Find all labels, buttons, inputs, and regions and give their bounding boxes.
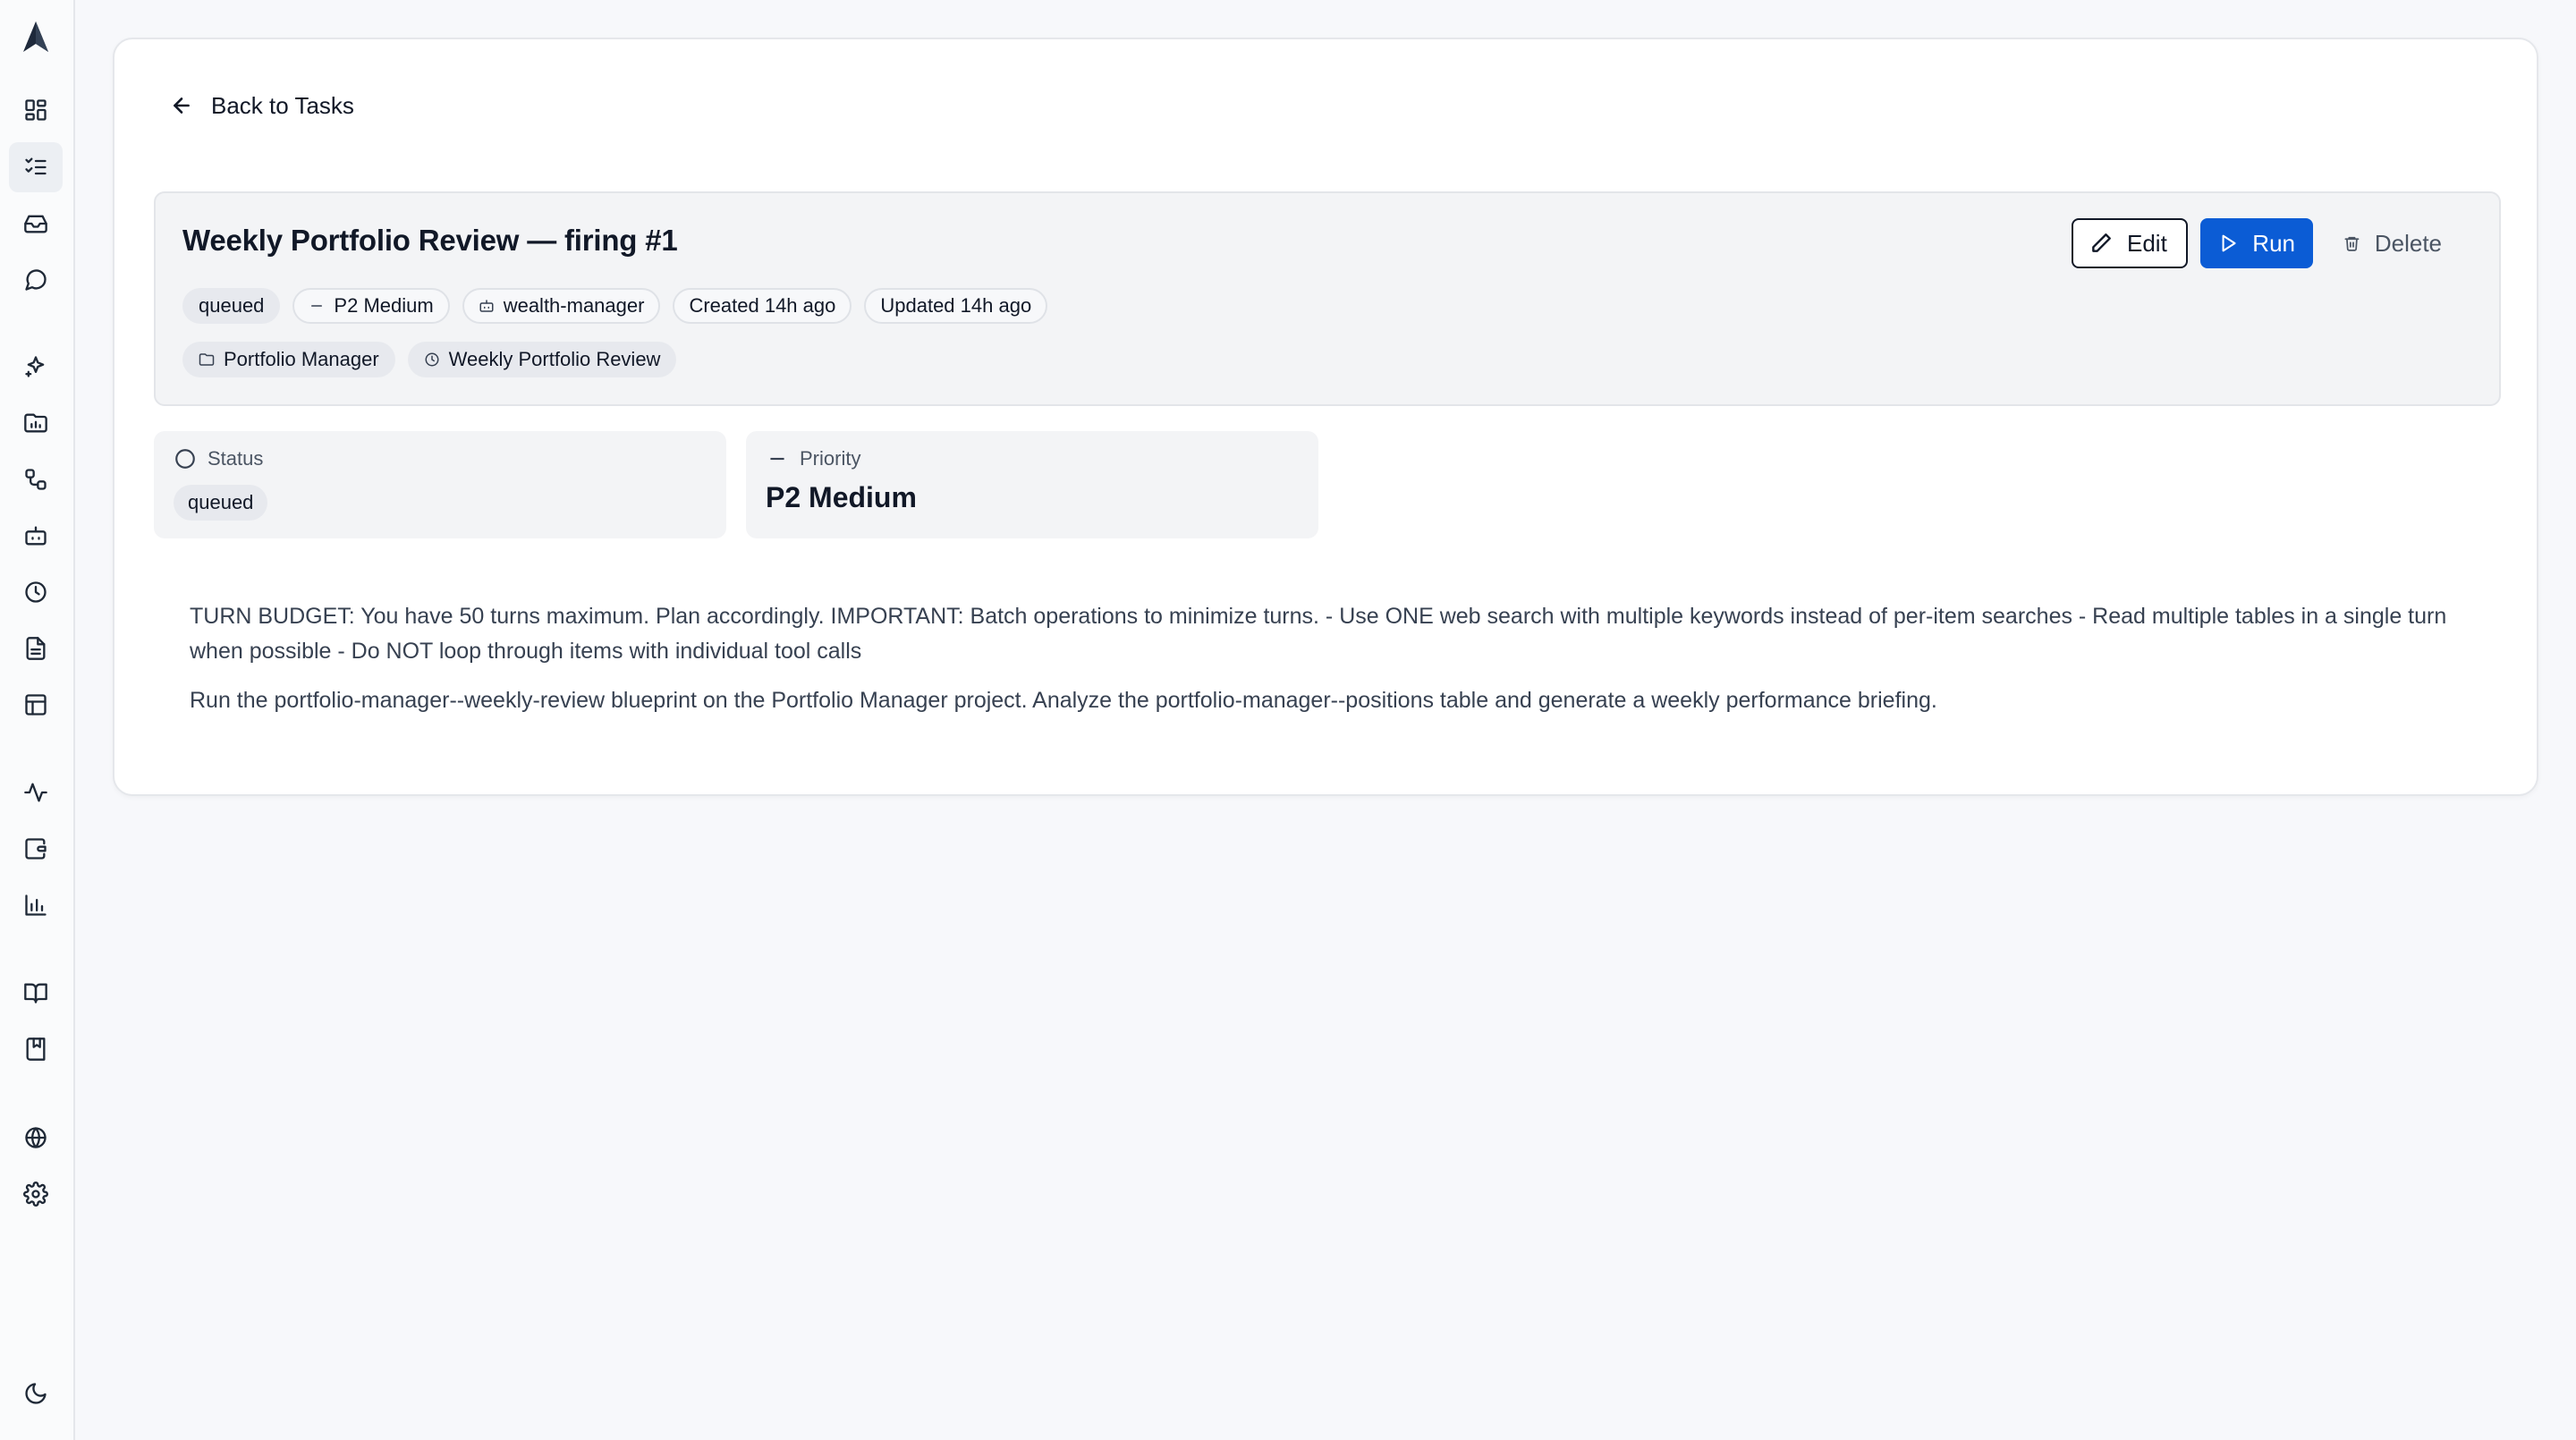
folder-icon: [199, 353, 215, 366]
table-icon: [25, 694, 47, 716]
play-icon: [2222, 234, 2236, 252]
description-paragraph: TURN BUDGET: You have 50 turns maximum. …: [190, 604, 2447, 664]
bar-chart-icon: [25, 894, 47, 916]
run-button[interactable]: Run: [2200, 218, 2313, 268]
task-description: TURN BUDGET: You have 50 turns maximum. …: [190, 599, 2479, 733]
delete-button[interactable]: Delete: [2326, 218, 2460, 268]
status-badge-label: queued: [199, 294, 265, 317]
priority-card-header: Priority: [766, 447, 860, 470]
arrow-left-icon: [174, 97, 190, 114]
sidebar-item-agents[interactable]: [9, 511, 63, 561]
status-card: Status queued: [154, 431, 726, 538]
schedule-link-label: Weekly Portfolio Review: [448, 348, 661, 370]
task-actions: Edit Run Delete: [2072, 218, 2460, 268]
schedule-link[interactable]: Weekly Portfolio Review: [407, 342, 677, 377]
sidebar: [0, 0, 75, 1440]
edit-button[interactable]: Edit: [2072, 218, 2188, 268]
trash-icon: [2344, 236, 2360, 251]
back-link-label: Back to Tasks: [211, 91, 354, 119]
bot-icon: [25, 526, 47, 546]
sidebar-item-wallet[interactable]: [9, 824, 63, 874]
sidebar-item-environments[interactable]: [9, 1113, 63, 1163]
status-card-value: queued: [174, 485, 268, 521]
clock-icon: [25, 581, 47, 603]
sidebar-item-inbox[interactable]: [9, 199, 63, 249]
globe-icon: [25, 1127, 47, 1148]
file-text-icon: [26, 637, 46, 660]
priority-card: Priority P2 Medium: [746, 431, 1318, 538]
wallet-icon: [25, 838, 47, 860]
sidebar-item-analytics[interactable]: [9, 880, 63, 930]
activity-icon: [24, 783, 47, 802]
delete-button-label: Delete: [2374, 229, 2442, 257]
description-paragraph: Run the portfolio-manager--weekly-review…: [190, 688, 1937, 713]
moon-icon: [25, 1383, 47, 1404]
task-detail-card: Back to Tasks Weekly Portfolio Review — …: [113, 38, 2538, 796]
status-badge: queued: [182, 288, 281, 324]
circle-icon: [175, 449, 195, 469]
sidebar-item-settings[interactable]: [9, 1169, 63, 1219]
priority-badge-label: P2 Medium: [334, 294, 434, 317]
settings-icon: [23, 1182, 48, 1207]
task-link-chips: Portfolio Manager Weekly Portfolio Revie…: [182, 342, 677, 377]
message-circle-icon: [25, 269, 47, 291]
app-logo-icon[interactable]: [20, 20, 52, 55]
back-to-tasks-link[interactable]: Back to Tasks: [170, 88, 354, 123]
agent-badge: wealth-manager: [462, 288, 661, 324]
updated-badge: Updated 14h ago: [864, 288, 1048, 324]
edit-button-label: Edit: [2127, 229, 2167, 257]
sidebar-item-ai[interactable]: [9, 342, 63, 392]
sidebar-item-library[interactable]: [9, 968, 63, 1018]
priority-card-value: P2 Medium: [766, 481, 917, 513]
agent-badge-label: wealth-manager: [503, 294, 645, 317]
inbox-icon: [24, 215, 47, 233]
sidebar-item-schedules[interactable]: [9, 567, 63, 617]
sidebar-item-workflows[interactable]: [9, 454, 63, 504]
sidebar-item-tasks[interactable]: [9, 142, 63, 192]
sidebar-item-chat[interactable]: [9, 255, 63, 305]
dashboard-icon: [25, 99, 47, 121]
sidebar-item-blueprints[interactable]: [9, 1024, 63, 1074]
minus-icon: [770, 457, 784, 461]
pencil-icon: [2092, 233, 2111, 252]
theme-toggle-button[interactable]: [9, 1368, 63, 1419]
workflow-icon: [25, 469, 47, 490]
clock-icon: [425, 352, 439, 367]
bot-icon: [479, 300, 494, 312]
book-open-icon: [24, 983, 47, 1004]
created-badge: Created 14h ago: [673, 288, 852, 324]
project-link-label: Portfolio Manager: [224, 348, 379, 370]
sidebar-item-activity[interactable]: [9, 767, 63, 817]
sidebar-item-projects[interactable]: [9, 398, 63, 448]
priority-badge: P2 Medium: [292, 288, 450, 324]
status-card-header: Status: [174, 447, 263, 470]
updated-badge-label: Updated 14h ago: [880, 294, 1032, 317]
page-title: Weekly Portfolio Review — firing #1: [182, 224, 678, 257]
task-meta-chips: queued P2 Medium wealth-manager Created …: [182, 288, 1048, 324]
folder-chart-icon: [24, 413, 47, 433]
minus-icon: [311, 305, 323, 307]
sidebar-item-documents[interactable]: [9, 623, 63, 673]
status-card-label: Status: [208, 447, 264, 470]
sidebar-item-dashboard[interactable]: [9, 85, 63, 135]
priority-card-label: Priority: [800, 447, 861, 470]
book-marked-icon: [26, 1038, 46, 1061]
run-button-label: Run: [2252, 229, 2295, 257]
project-link[interactable]: Portfolio Manager: [182, 342, 395, 377]
created-badge-label: Created 14h ago: [689, 294, 836, 317]
task-header: Weekly Portfolio Review — firing #1 queu…: [154, 191, 2501, 406]
list-checks-icon: [25, 157, 47, 175]
sparkles-icon: [25, 356, 45, 377]
sidebar-item-tables[interactable]: [9, 680, 63, 730]
